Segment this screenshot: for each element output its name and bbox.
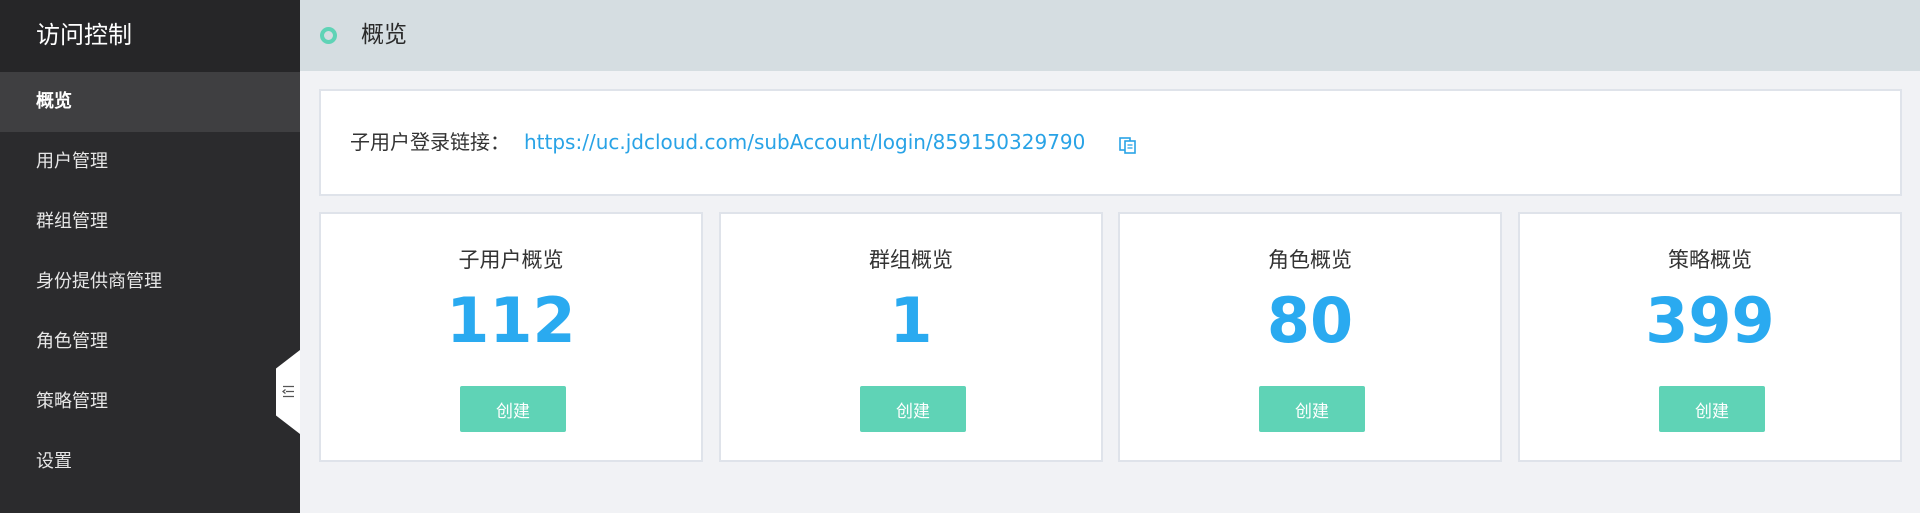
sidebar-item-groups[interactable]: 群组管理: [0, 192, 300, 252]
card-policies: 策略概览 399 创建: [1518, 212, 1902, 462]
card-title: 子用户概览: [458, 248, 564, 272]
create-subuser-button[interactable]: 创建: [460, 386, 566, 432]
card-roles: 角色概览 80 创建: [1118, 212, 1502, 462]
card-title: 群组概览: [869, 248, 953, 272]
card-subusers: 子用户概览 112 创建: [319, 212, 703, 462]
login-link-url[interactable]: https://uc.jdcloud.com/subAccount/login/…: [524, 91, 1085, 193]
card-title: 角色概览: [1268, 248, 1352, 272]
sidebar-nav: 概览 用户管理 群组管理 身份提供商管理 角色管理 策略管理 设置: [0, 72, 300, 492]
collapse-left-icon: [282, 385, 294, 398]
card-count: 80: [1266, 284, 1354, 357]
card-groups: 群组概览 1 创建: [719, 212, 1103, 462]
login-link-label: 子用户登录链接：: [350, 130, 510, 154]
card-count: 399: [1645, 284, 1775, 357]
sidebar: 访问控制 概览 用户管理 群组管理 身份提供商管理 角色管理 策略管理 设置: [0, 0, 300, 513]
sidebar-item-identity-providers[interactable]: 身份提供商管理: [0, 252, 300, 312]
sidebar-item-users[interactable]: 用户管理: [0, 132, 300, 192]
login-link-panel: 子用户登录链接： https://uc.jdcloud.com/subAccou…: [319, 89, 1902, 196]
page-title: 概览: [361, 22, 407, 48]
card-title: 策略概览: [1668, 248, 1752, 272]
sidebar-item-overview[interactable]: 概览: [0, 72, 300, 132]
sidebar-item-settings[interactable]: 设置: [0, 432, 300, 492]
card-count: 1: [889, 284, 933, 357]
page-header: 概览: [300, 0, 1920, 71]
copy-icon[interactable]: [1117, 133, 1139, 155]
card-count: 112: [446, 284, 576, 357]
sidebar-title: 访问控制: [0, 0, 300, 72]
sidebar-item-policies[interactable]: 策略管理: [0, 372, 300, 432]
create-group-button[interactable]: 创建: [860, 386, 966, 432]
create-policy-button[interactable]: 创建: [1659, 386, 1765, 432]
create-role-button[interactable]: 创建: [1259, 386, 1365, 432]
sidebar-item-roles[interactable]: 角色管理: [0, 312, 300, 372]
status-ring-icon: [320, 27, 337, 44]
